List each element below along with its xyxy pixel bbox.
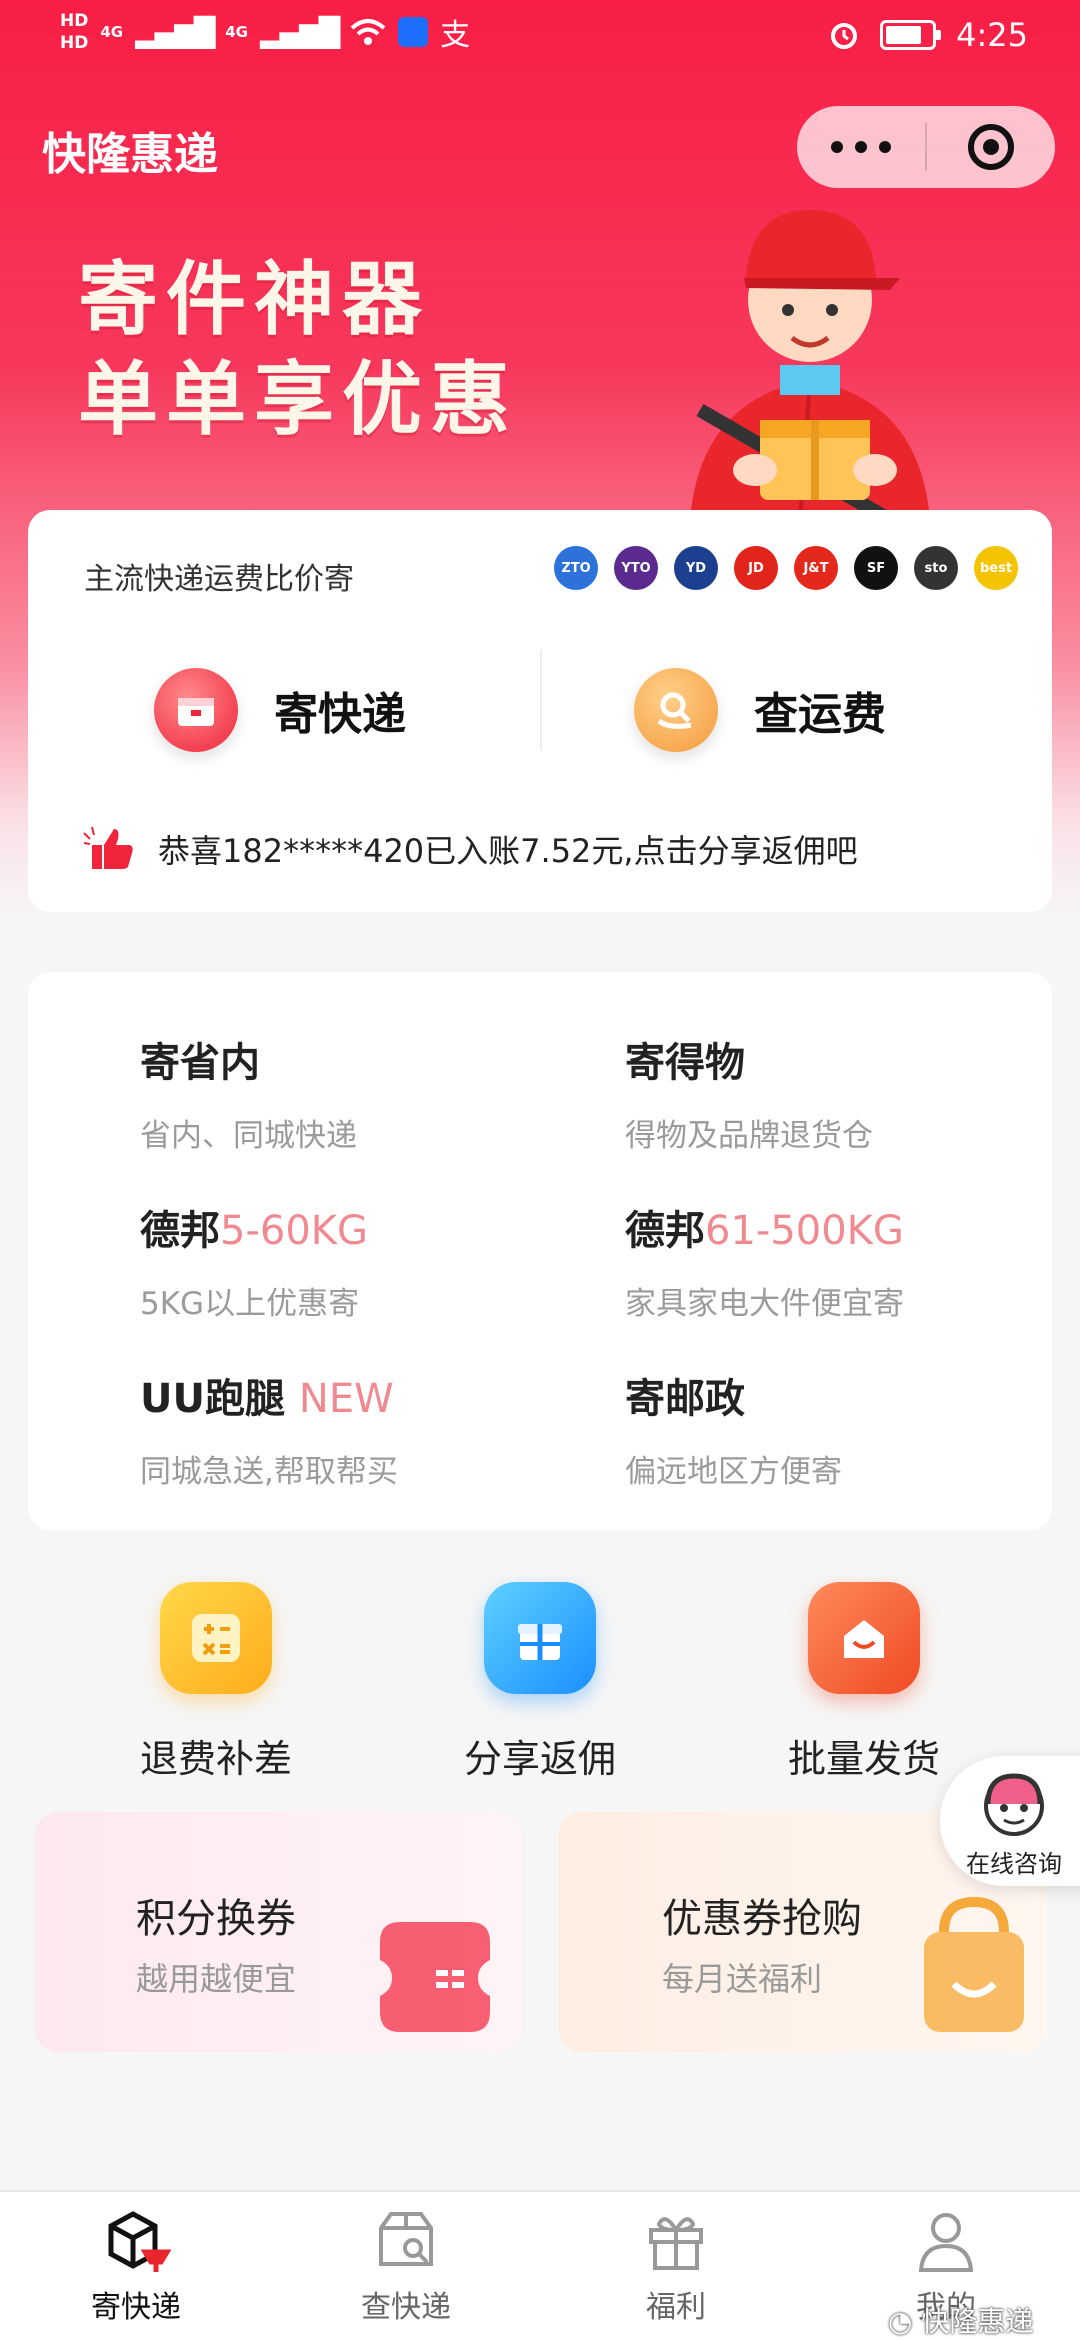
service-desc: 省内、同城快递 xyxy=(140,1118,357,1154)
app-title: 快隆惠递 xyxy=(42,129,218,180)
tab-send-express[interactable]: 寄快递 xyxy=(36,2206,236,2326)
alarm-icon xyxy=(831,23,858,49)
online-consult-button[interactable]: 在线咨询 xyxy=(940,1756,1080,1886)
carrier-logo-best: best xyxy=(974,546,1018,590)
shortcut-label: 分享返佣 xyxy=(463,1737,616,1781)
user-icon xyxy=(918,2213,974,2272)
network-type-1: 4G xyxy=(100,23,124,41)
service-province[interactable]: 寄省内 省内、同城快递 xyxy=(140,1030,357,1155)
shortcut-batch[interactable]: 批量发货 xyxy=(744,1582,984,1783)
parcel-send-icon xyxy=(154,668,238,752)
thumbs-up-icon xyxy=(83,826,133,869)
carrier-logo-yd: YD xyxy=(674,546,718,590)
carrier-logo-jd: JD xyxy=(734,546,778,590)
app-notification-icon xyxy=(398,17,429,47)
fee-search-icon xyxy=(634,668,718,752)
promo-title: 优惠券抢购 xyxy=(662,1896,862,1942)
carrier-logo-jt: J&T xyxy=(794,546,838,590)
service-post[interactable]: 寄邮政 偏远地区方便寄 xyxy=(625,1366,842,1491)
parcel-icon xyxy=(108,2211,171,2272)
send-express-button[interactable]: 寄快递 xyxy=(154,630,406,790)
service-desc: 得物及品牌退货仓 xyxy=(625,1118,873,1154)
package-search-icon xyxy=(379,2212,433,2266)
clock: 4:25 xyxy=(956,16,1028,54)
tab-track-express[interactable]: 查快递 xyxy=(306,2206,506,2326)
alipay-icon: 支 xyxy=(440,18,471,53)
tab-label: 福利 xyxy=(646,2290,706,2325)
status-right: 4:25 xyxy=(828,16,1028,54)
service-name: 寄邮政 xyxy=(625,1376,745,1422)
carrier-logo-sf: SF xyxy=(854,546,898,590)
hd-indicator: HD HD xyxy=(60,10,88,54)
wifi-icon xyxy=(350,19,386,45)
services-card: 寄省内 省内、同城快递 寄得物 得物及品牌退货仓 德邦5-60KG 5KG以上优… xyxy=(28,972,1052,1530)
hd-label-2: HD xyxy=(60,33,89,53)
service-desc: 5KG以上优惠寄 xyxy=(140,1286,360,1322)
calculator-icon xyxy=(160,1582,272,1694)
status-left: HD HD 4G ▂▄▆█ 4G ▂▄▆█ 支 xyxy=(60,10,470,54)
inbox-icon xyxy=(808,1582,920,1694)
service-uu-paotui[interactable]: UU跑腿 NEW 同城急送,帮取帮买 xyxy=(140,1366,398,1491)
promo-title: 积分换券 xyxy=(136,1896,296,1942)
battery-level xyxy=(886,26,922,44)
tab-label: 查快递 xyxy=(361,2290,451,2325)
shortcut-label: 退费补差 xyxy=(139,1737,292,1781)
service-desc: 偏远地区方便寄 xyxy=(625,1454,842,1490)
status-bar: HD HD 4G ▂▄▆█ 4G ▂▄▆█ 支 4:25 xyxy=(0,0,1080,80)
service-desc: 同城急送,帮取帮买 xyxy=(140,1454,398,1490)
tab-welfare[interactable]: 福利 xyxy=(576,2206,776,2326)
check-fee-label: 查运费 xyxy=(754,689,886,740)
price-compare-card: 主流快递运费比价寄 ZTO YTO YD JD J&T SF sto best 寄快递 查运费… xyxy=(28,510,1052,912)
signal-icon: ▂▄▆█ xyxy=(135,15,215,49)
carrier-logos: ZTO YTO YD JD J&T SF sto best xyxy=(554,546,1018,590)
service-name: UU跑腿 NEW xyxy=(140,1376,394,1422)
headset-icon xyxy=(984,1773,1044,1836)
service-dewu[interactable]: 寄得物 得物及品牌退货仓 xyxy=(625,1030,873,1155)
battery-icon xyxy=(880,20,942,50)
close-target-icon xyxy=(968,124,1014,170)
commission-notice[interactable]: 恭喜182*****420已入账7.52元,点击分享返佣吧 xyxy=(82,825,858,873)
service-name: 寄得物 xyxy=(625,1040,745,1086)
service-name: 德邦61-500KG xyxy=(625,1208,904,1254)
shopping-bag-icon xyxy=(924,1896,1024,2032)
action-divider xyxy=(540,650,542,750)
courier-illustration xyxy=(690,210,930,520)
hd-label-1: HD xyxy=(60,11,89,31)
consult-label: 在线咨询 xyxy=(966,1850,1062,1878)
slogan-line-1: 寄件神器 xyxy=(78,253,430,346)
carrier-logo-sto: sto xyxy=(914,546,958,590)
ticket-icon xyxy=(380,1922,490,2032)
shortcut-label: 批量发货 xyxy=(787,1737,940,1781)
service-deppon-large[interactable]: 德邦61-500KG 家具家电大件便宜寄 xyxy=(625,1198,904,1323)
hero-slogan: 寄件神器 单单享优惠 xyxy=(78,250,518,450)
notice-text: 恭喜182*****420已入账7.52元,点击分享返佣吧 xyxy=(158,832,858,870)
slogan-line-2: 单单享优惠 xyxy=(78,353,518,446)
network-type-2: 4G xyxy=(225,23,248,41)
service-name: 德邦5-60KG xyxy=(140,1208,369,1254)
tab-label: 寄快递 xyxy=(91,2290,181,2325)
close-button[interactable] xyxy=(927,124,1055,170)
check-fee-button[interactable]: 查运费 xyxy=(634,630,886,790)
watermark: ◔ 快隆惠递 xyxy=(888,2305,1034,2338)
signal-icon: ▂▄▆█ xyxy=(259,15,340,49)
promo-subtitle: 每月送福利 xyxy=(662,1960,823,1998)
shortcut-share[interactable]: 分享返佣 xyxy=(420,1582,660,1783)
send-express-label: 寄快递 xyxy=(274,689,406,740)
promo-points-exchange[interactable]: 积分换券 越用越便宜 xyxy=(34,1812,522,2052)
carrier-logo-zto: ZTO xyxy=(554,546,598,590)
gift-icon xyxy=(649,2217,703,2270)
gift-icon xyxy=(484,1582,596,1694)
carrier-logo-yto: YTO xyxy=(614,546,658,590)
shortcut-refund[interactable]: 退费补差 xyxy=(96,1582,336,1783)
service-desc: 家具家电大件便宜寄 xyxy=(625,1286,904,1322)
service-deppon-small[interactable]: 德邦5-60KG 5KG以上优惠寄 xyxy=(140,1198,368,1323)
compare-title: 主流快递运费比价寄 xyxy=(84,562,354,597)
promo-subtitle: 越用越便宜 xyxy=(136,1960,297,1998)
service-name: 寄省内 xyxy=(140,1040,260,1086)
